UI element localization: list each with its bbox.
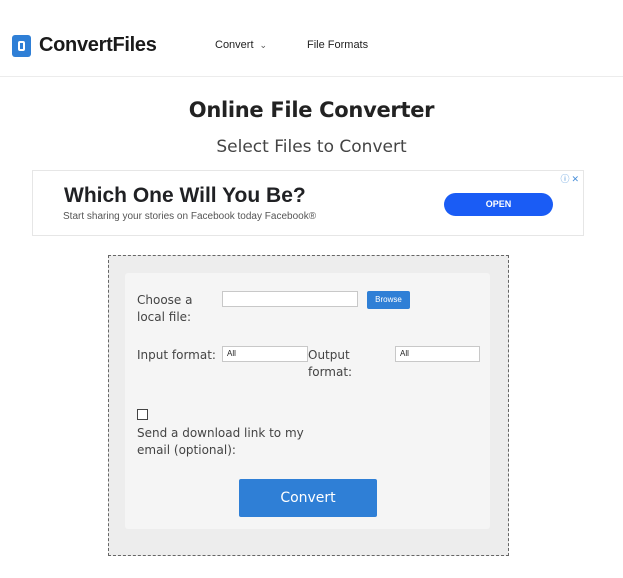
convert-button[interactable]: Convert bbox=[239, 479, 377, 517]
close-icon[interactable]: ✕ bbox=[571, 174, 579, 184]
ad-choices[interactable]: ⓘ ✕ bbox=[558, 172, 579, 185]
browse-button[interactable]: Browse bbox=[367, 291, 410, 309]
nav-convert-label: Convert bbox=[215, 39, 254, 51]
ad-subtext[interactable]: Start sharing your stories on Facebook t… bbox=[63, 211, 316, 222]
nav-file-formats[interactable]: File Formats bbox=[307, 39, 368, 51]
chevron-down-icon: ⌄ bbox=[259, 40, 268, 50]
ad-open-button[interactable]: OPEN bbox=[444, 193, 553, 216]
logo-text: ConvertFiles bbox=[39, 34, 157, 56]
logo-icon bbox=[12, 34, 31, 57]
nav-file-formats-label: File Formats bbox=[307, 39, 369, 51]
ad-banner[interactable]: Which One Will You Be? Start sharing you… bbox=[32, 170, 584, 236]
output-format-select[interactable]: All bbox=[395, 346, 480, 362]
page-title: Online File Converter bbox=[188, 98, 435, 122]
local-file-label: Choose a local file: bbox=[137, 293, 193, 324]
ad-headline[interactable]: Which One Will You Be? bbox=[64, 184, 306, 208]
email-checkbox[interactable] bbox=[137, 409, 148, 420]
email-label: Send a download link to my email (option… bbox=[137, 426, 304, 457]
logo[interactable]: ConvertFiles bbox=[12, 34, 157, 57]
info-icon[interactable]: ⓘ bbox=[560, 174, 569, 184]
input-format-label: Input format: bbox=[137, 348, 216, 362]
output-format-label: Output format: bbox=[308, 348, 353, 379]
site-header: ConvertFiles Convert ⌄ File Formats bbox=[0, 0, 623, 77]
file-path-field[interactable] bbox=[222, 291, 358, 307]
nav-convert[interactable]: Convert ⌄ bbox=[215, 39, 267, 51]
input-format-select[interactable]: All bbox=[222, 346, 308, 362]
page-subtitle: Select Files to Convert bbox=[216, 137, 407, 157]
